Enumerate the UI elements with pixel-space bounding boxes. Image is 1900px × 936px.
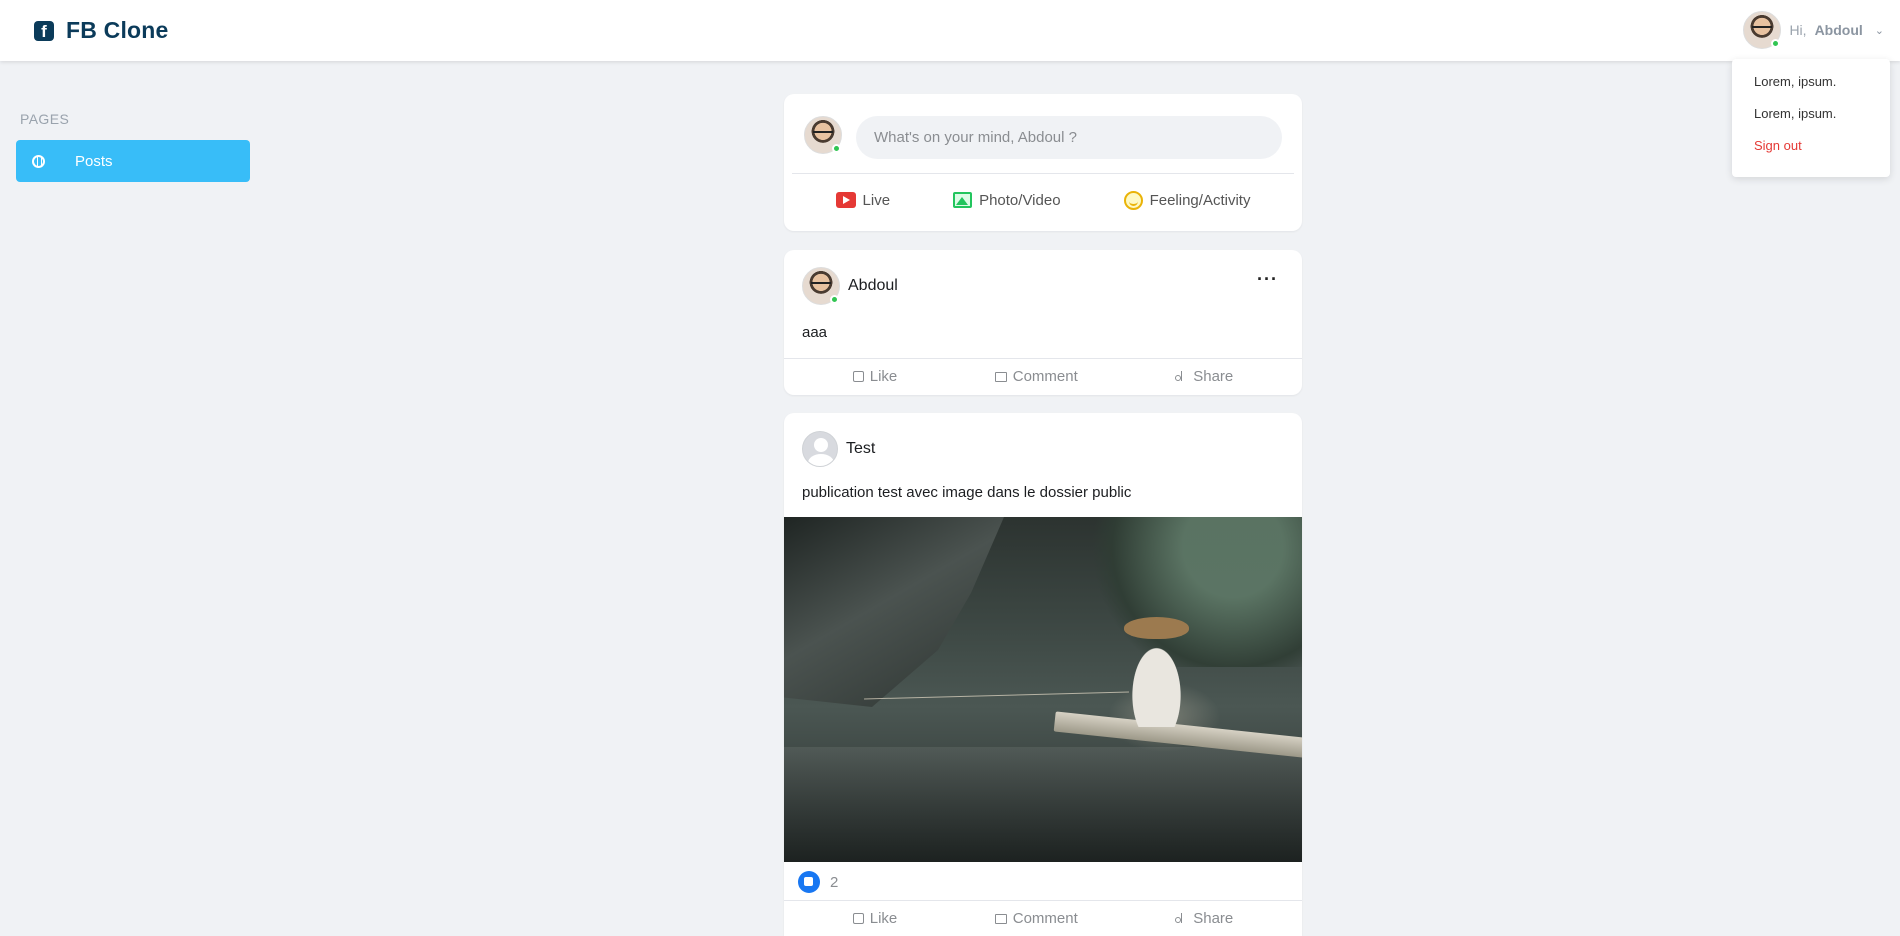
composer-actions: Live Photo/Video Feeling/Activity (784, 178, 1302, 222)
top-navbar: f FB Clone Hi, Abdoul ⌄ (0, 0, 1900, 61)
thumbs-up-icon (852, 371, 864, 382)
post-actions: Like Comment Share (784, 358, 1302, 394)
online-status-dot (1771, 39, 1781, 48)
post-card: Abdoul ··· aaa Like Comment Share (784, 250, 1302, 395)
user-avatar (1743, 11, 1782, 49)
greeting-username: Abdoul (1814, 22, 1863, 38)
sign-out-link[interactable]: Sign out (1754, 137, 1890, 169)
whats-on-your-mind-input[interactable] (856, 116, 1282, 159)
chevron-down-icon: ⌄ (1874, 24, 1884, 37)
post-image[interactable] (784, 517, 1302, 862)
share-label: Share (1193, 368, 1234, 385)
comment-button[interactable]: Comment (994, 368, 1078, 385)
post-actions: Like Comment Share (784, 900, 1302, 936)
post-author-name[interactable]: Abdoul (848, 277, 898, 295)
comment-label: Comment (1012, 368, 1078, 385)
share-label: Share (1193, 910, 1234, 927)
brand[interactable]: f FB Clone (34, 17, 169, 44)
online-status-dot (830, 295, 839, 304)
divider (792, 173, 1294, 174)
post-header: Test (802, 431, 875, 467)
post-card: Test publication test avec image dans le… (784, 413, 1302, 936)
image-hat (1124, 617, 1189, 639)
comment-button[interactable]: Comment (994, 910, 1078, 927)
share-icon (1175, 370, 1187, 383)
like-button[interactable]: Like (852, 368, 898, 385)
like-label: Like (869, 910, 898, 927)
post-text: publication test avec image dans le doss… (802, 484, 1132, 501)
like-button[interactable]: Like (852, 910, 898, 927)
composer-avatar (804, 116, 842, 154)
image-water (784, 747, 1302, 862)
user-menu-toggle[interactable]: Hi, Abdoul ⌄ (1743, 11, 1884, 49)
dropdown-item-1[interactable]: Lorem, ipsum. (1754, 73, 1890, 105)
post-text: aaa (802, 324, 828, 341)
post-composer: Live Photo/Video Feeling/Activity (784, 94, 1302, 231)
reactions-summary[interactable]: 2 (798, 871, 838, 893)
post-author-name[interactable]: Test (846, 440, 875, 458)
feeling-activity-button[interactable]: Feeling/Activity (1123, 190, 1251, 210)
sidebar-title: PAGES (20, 111, 70, 127)
user-dropdown-menu: Lorem, ipsum. Lorem, ipsum. Sign out (1732, 59, 1890, 177)
like-reaction-icon (798, 871, 820, 893)
post-header: Abdoul (802, 267, 898, 305)
feeling-activity-label: Feeling/Activity (1149, 191, 1251, 209)
thumbs-up-icon (852, 913, 864, 924)
comment-label: Comment (1012, 910, 1078, 927)
live-video-button[interactable]: Live (835, 191, 891, 209)
comment-icon (994, 913, 1007, 924)
dropdown-item-2[interactable]: Lorem, ipsum. (1754, 105, 1890, 137)
default-avatar-icon[interactable] (802, 431, 838, 467)
like-label: Like (869, 368, 898, 385)
like-count: 2 (830, 873, 839, 891)
sidebar-item-label: Posts (75, 152, 113, 170)
share-button[interactable]: Share (1175, 910, 1233, 927)
greeting-text: Hi, (1789, 22, 1807, 38)
image-fishing-rod (864, 691, 1129, 700)
smile-icon (1123, 190, 1143, 210)
photo-video-label: Photo/Video (979, 191, 1061, 209)
video-icon (835, 192, 856, 208)
sidebar-item-posts[interactable]: Posts (16, 140, 250, 182)
share-icon (1175, 912, 1187, 925)
photo-icon (953, 192, 973, 208)
comment-icon (994, 371, 1007, 382)
photo-video-button[interactable]: Photo/Video (953, 191, 1061, 209)
post-author-avatar[interactable] (802, 267, 840, 305)
facebook-square-icon: f (34, 20, 54, 41)
globe-icon (32, 154, 45, 168)
share-button[interactable]: Share (1175, 368, 1233, 385)
image-rock (784, 517, 1004, 707)
online-status-dot (832, 144, 841, 153)
more-options-icon[interactable]: ··· (1257, 270, 1278, 288)
live-label: Live (862, 191, 891, 209)
app-title: FB Clone (66, 17, 169, 43)
